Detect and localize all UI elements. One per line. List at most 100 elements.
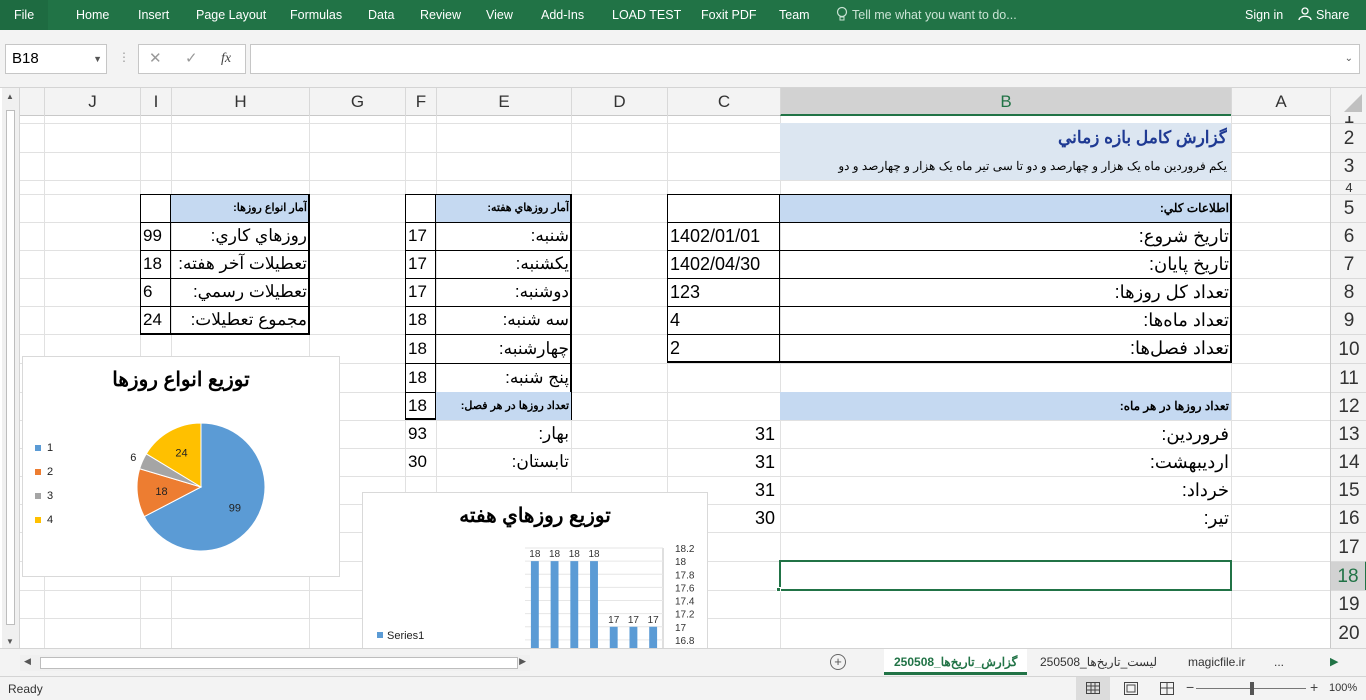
- row-header-18[interactable]: 18: [1331, 561, 1366, 590]
- tab-add-ins[interactable]: Add-Ins: [541, 0, 584, 30]
- sheet-tab-report[interactable]: گزارش_تاريخ‌ها_250508: [884, 649, 1028, 675]
- bar[interactable]: [530, 561, 539, 648]
- row-header-14[interactable]: 14: [1331, 448, 1366, 476]
- row-header-17[interactable]: 17: [1331, 532, 1366, 561]
- scroll-right-icon[interactable]: ▶: [519, 656, 526, 667]
- vertical-scrollbar[interactable]: ▲ ▼: [2, 88, 20, 648]
- row-header-19[interactable]: 19: [1331, 590, 1366, 618]
- tab-home[interactable]: Home: [76, 0, 109, 30]
- general-value: 1402/01/01: [670, 226, 761, 246]
- scroll-up-icon[interactable]: ▲: [6, 92, 14, 101]
- tell-me-box[interactable]: Tell me what you want to do...: [836, 0, 1017, 30]
- formula-input[interactable]: ⌄: [250, 44, 1360, 74]
- pie-chart[interactable]: توزيع انواع روزها 99 18 6 24 1 2 3 4: [22, 356, 340, 577]
- bar[interactable]: [649, 626, 658, 648]
- horizontal-scrollbar[interactable]: ◀ ▶: [20, 655, 530, 671]
- ribbon-tab-bar: File Home Insert Page Layout Formulas Da…: [0, 0, 1366, 30]
- row-header-9[interactable]: 9: [1331, 306, 1366, 334]
- cancel-icon[interactable]: ✕: [149, 45, 162, 73]
- daytype-label: مجموع تعطيلات:: [190, 310, 307, 329]
- tab-review[interactable]: Review: [420, 0, 461, 30]
- tab-page-layout[interactable]: Page Layout: [196, 0, 266, 30]
- row-header-8[interactable]: 8: [1331, 278, 1366, 306]
- column-header-j[interactable]: J: [44, 88, 140, 116]
- tab-load-test[interactable]: LOAD TEST: [612, 0, 681, 30]
- bar[interactable]: [609, 626, 618, 648]
- column-header-b[interactable]: B: [780, 88, 1231, 116]
- row-header-16[interactable]: 16: [1331, 504, 1366, 532]
- column-header-h[interactable]: H: [171, 88, 309, 116]
- enter-icon[interactable]: ✓: [185, 45, 198, 73]
- row-header-3[interactable]: 3: [1331, 152, 1366, 180]
- scroll-down-icon[interactable]: ▼: [6, 637, 14, 646]
- page-layout-view-button[interactable]: [1124, 682, 1138, 698]
- row-header-13[interactable]: 13: [1331, 420, 1366, 448]
- select-all-corner[interactable]: [1330, 88, 1366, 116]
- more-sheets-ellipsis[interactable]: ...: [1264, 649, 1294, 675]
- legend-label: 3: [47, 490, 53, 502]
- zoom-out-icon[interactable]: −: [1186, 679, 1194, 695]
- weekday-value: 18: [408, 368, 427, 387]
- tab-formulas[interactable]: Formulas: [290, 0, 342, 30]
- status-bar: Ready − + 100%: [0, 676, 1366, 700]
- fill-handle[interactable]: [776, 587, 781, 592]
- row-header-4[interactable]: 4: [1331, 180, 1366, 195]
- bar[interactable]: [590, 561, 598, 648]
- general-value: 2: [670, 338, 681, 358]
- add-sheet-icon[interactable]: +: [830, 654, 846, 670]
- column-header-c[interactable]: C: [667, 88, 780, 116]
- vertical-scroll-thumb[interactable]: [6, 110, 15, 625]
- tab-data[interactable]: Data: [368, 0, 394, 30]
- column-header-a[interactable]: A: [1231, 88, 1330, 116]
- row-header-11[interactable]: 11: [1331, 363, 1366, 392]
- column-header-f[interactable]: F: [405, 88, 436, 116]
- bar-chart[interactable]: توزيع روزهاي هفته 18.2 18 17.8 17.6 17.4 17.2…: [362, 492, 708, 648]
- row-header-15[interactable]: 15: [1331, 476, 1366, 504]
- month-label: فروردين:: [1161, 424, 1229, 444]
- chevron-down-icon[interactable]: ▼: [93, 45, 102, 73]
- tab-insert[interactable]: Insert: [138, 0, 169, 30]
- zoom-in-icon[interactable]: +: [1310, 679, 1318, 695]
- insert-function-icon[interactable]: fx: [221, 45, 231, 73]
- weekday-label: يکشنبه:: [515, 254, 569, 273]
- tab-view[interactable]: View: [486, 0, 513, 30]
- general-label: تعداد ماه‌ها:: [1143, 310, 1229, 330]
- column-header-e[interactable]: E: [436, 88, 571, 116]
- row-header-20[interactable]: 20: [1331, 618, 1366, 648]
- tab-foxit-pdf[interactable]: Foxit PDF: [701, 0, 757, 30]
- daytype-label: تعطيلات آخر هفته:: [178, 254, 307, 273]
- zoom-level[interactable]: 100%: [1329, 682, 1357, 694]
- bar[interactable]: [629, 626, 638, 648]
- y-tick-label: 17.2: [675, 610, 695, 621]
- row-header-7[interactable]: 7: [1331, 250, 1366, 278]
- bar[interactable]: [570, 561, 579, 648]
- active-cell-b18[interactable]: [779, 560, 1232, 591]
- row-header-5[interactable]: 5: [1331, 194, 1366, 222]
- sign-in-link[interactable]: Sign in: [1245, 0, 1283, 30]
- month-value: 31: [754, 452, 775, 472]
- zoom-slider-knob[interactable]: [1250, 682, 1254, 695]
- column-header-i[interactable]: I: [140, 88, 171, 116]
- row-header-2[interactable]: 2: [1331, 123, 1366, 152]
- expand-formula-icon[interactable]: ⌄: [1345, 53, 1353, 64]
- next-sheet-icon[interactable]: ▶: [1330, 655, 1338, 668]
- tab-team[interactable]: Team: [779, 0, 810, 30]
- bar[interactable]: [550, 561, 559, 648]
- row-header-10[interactable]: 10: [1331, 334, 1366, 363]
- sheet-tab-magicfile[interactable]: magicfile.ir: [1178, 649, 1255, 675]
- file-tab[interactable]: File: [0, 0, 49, 30]
- column-header-d[interactable]: D: [571, 88, 667, 116]
- row-header-12[interactable]: 12: [1331, 392, 1366, 420]
- normal-view-button[interactable]: [1076, 677, 1110, 700]
- worksheet-grid[interactable]: گزارش کامل بازه زماني يکم فروردين ماه يک…: [20, 116, 1330, 648]
- horizontal-scroll-thumb[interactable]: [40, 657, 518, 669]
- name-box[interactable]: B18 ▼: [5, 44, 107, 74]
- share-button[interactable]: Share: [1298, 0, 1349, 30]
- scroll-left-icon[interactable]: ◀: [24, 656, 31, 667]
- row-header-1[interactable]: 1: [1331, 116, 1366, 127]
- sheet-tab-list[interactable]: ليست_تاريخ‌ها_250508: [1030, 649, 1167, 675]
- daytypes-header: آمار انواع روزها:: [233, 202, 307, 214]
- row-header-6[interactable]: 6: [1331, 222, 1366, 250]
- page-break-view-button[interactable]: [1160, 682, 1174, 698]
- column-header-g[interactable]: G: [309, 88, 405, 116]
